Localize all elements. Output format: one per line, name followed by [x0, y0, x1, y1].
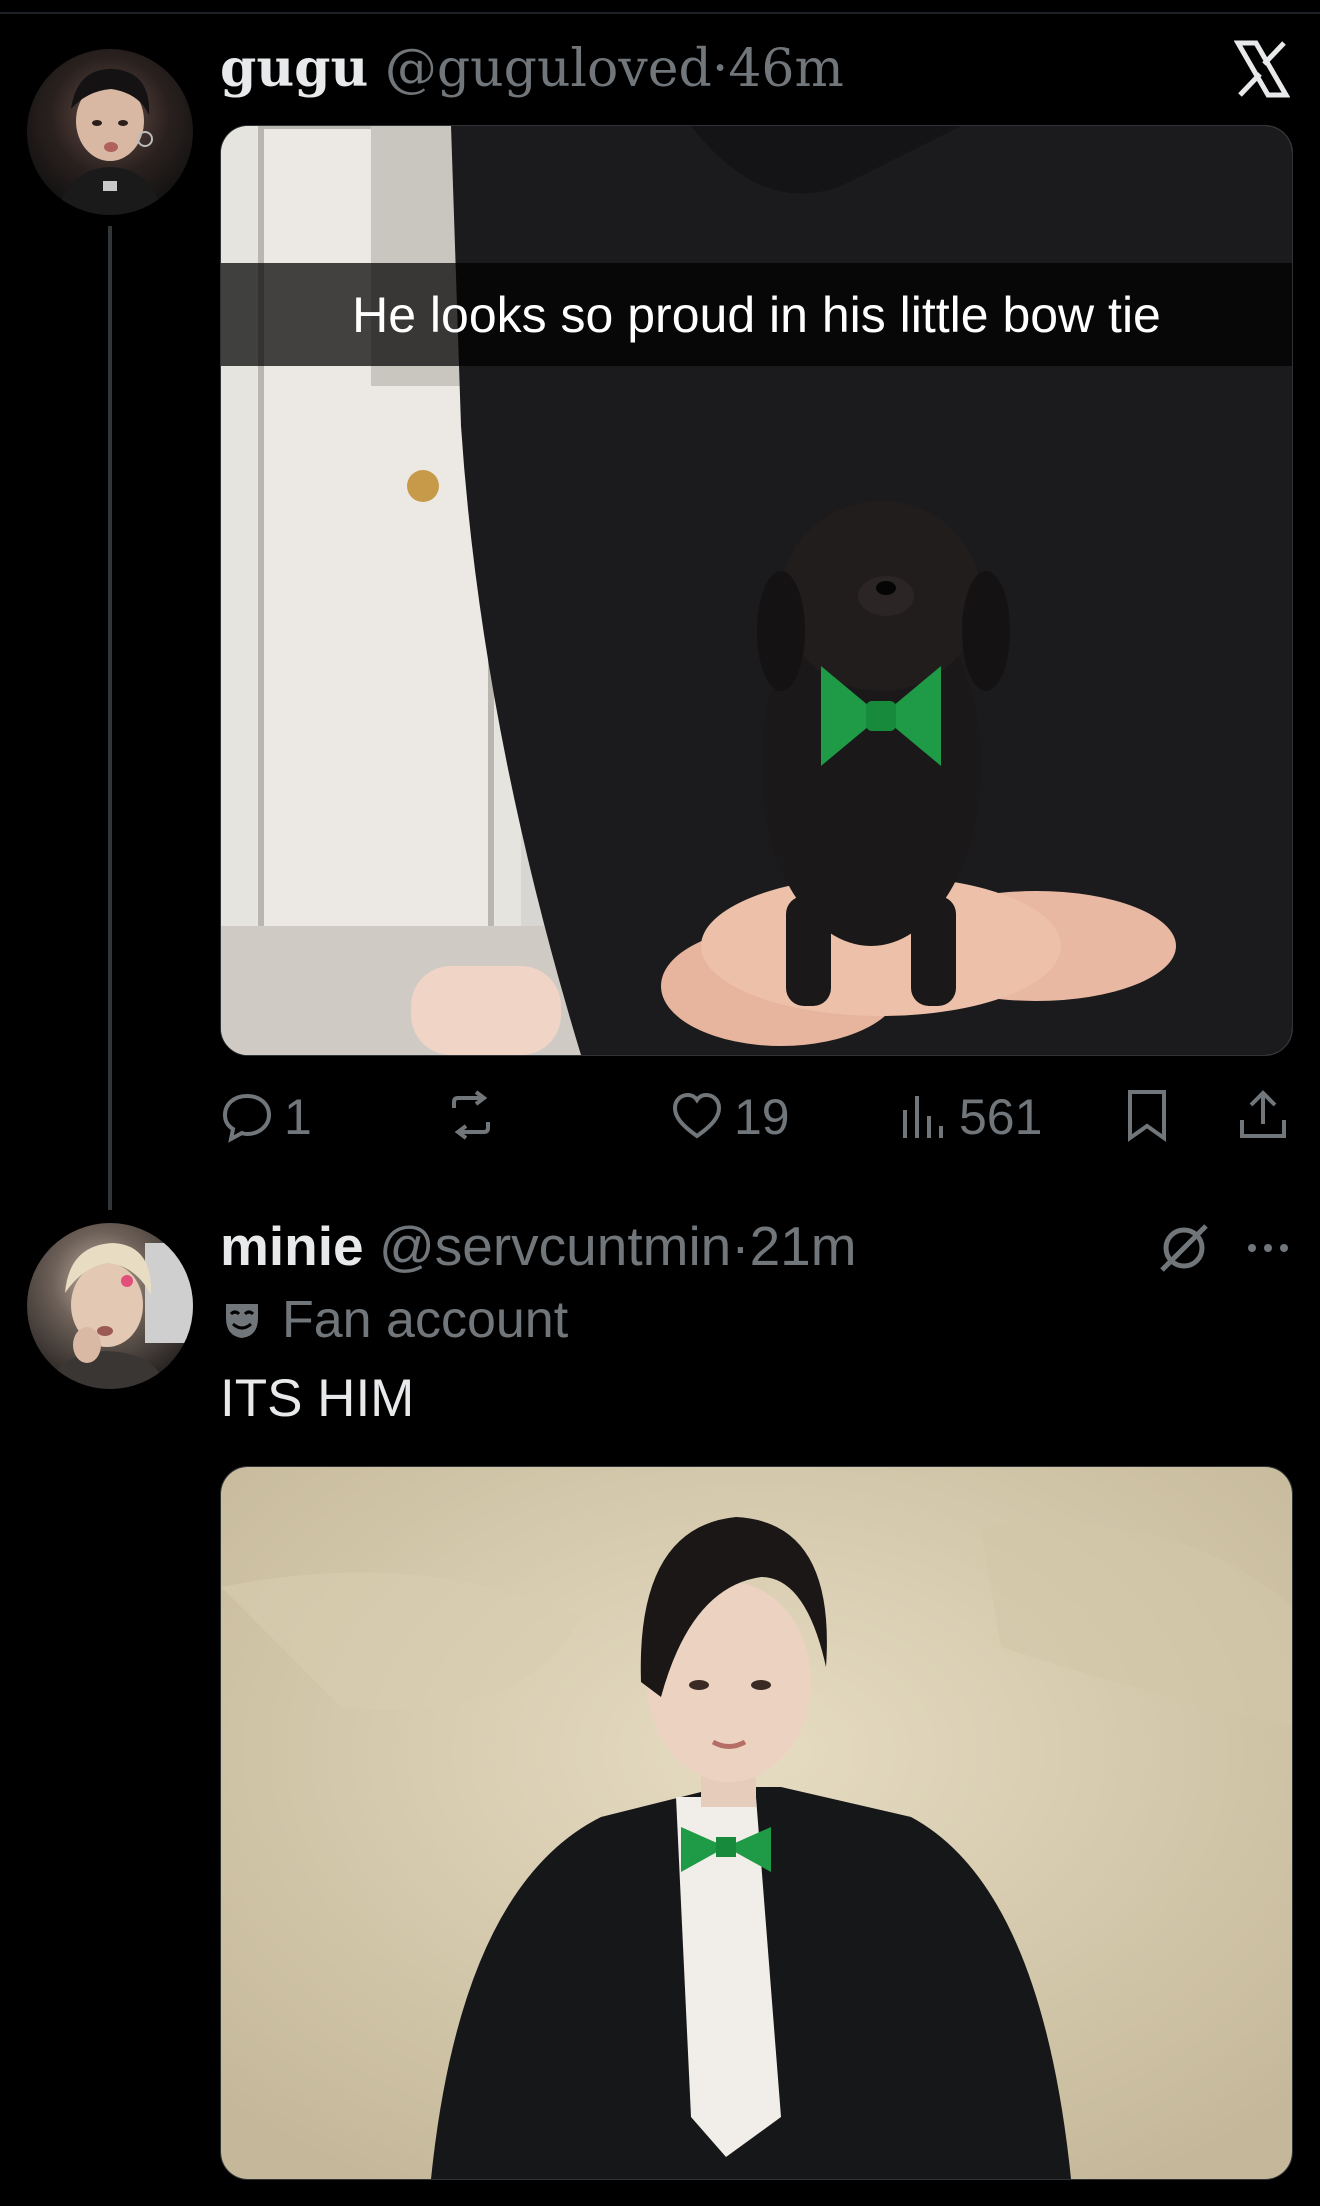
ellipsis-icon[interactable]	[1245, 1228, 1291, 1268]
bookmark-button[interactable]	[1120, 1088, 1174, 1142]
separator-dot: ·	[731, 1215, 750, 1277]
share-button[interactable]	[1236, 1088, 1290, 1142]
user-handle[interactable]: @guguloved	[385, 39, 712, 99]
like-button[interactable]: 19	[670, 1088, 790, 1146]
tweet-image-portrait[interactable]	[220, 1466, 1293, 2180]
avatar-minie[interactable]	[27, 1223, 193, 1389]
like-count: 19	[734, 1089, 790, 1145]
reply-count: 1	[284, 1089, 312, 1145]
timestamp[interactable]: 21m	[750, 1215, 857, 1277]
mask-icon	[226, 1304, 258, 1338]
views-button[interactable]: 561	[895, 1088, 1042, 1146]
retweet-icon	[452, 1090, 490, 1140]
timestamp[interactable]: 46m	[728, 39, 843, 99]
tweet-actions: 1 19 561	[0, 1088, 1320, 1148]
bookmark-icon	[1128, 1090, 1166, 1142]
tweet-header: minie @servcuntmin·21m	[220, 1219, 857, 1274]
tweet-image-puppy[interactable]: He looks so proud in his little bow tie	[220, 125, 1293, 1056]
tweet-text: ITS HIM	[220, 1369, 415, 1428]
x-logo-icon[interactable]	[1234, 40, 1290, 98]
view-count: 561	[959, 1089, 1043, 1145]
fan-account-label: Fan account	[222, 1290, 568, 1350]
display-name[interactable]: minie	[220, 1215, 364, 1277]
user-handle[interactable]: @servcuntmin	[379, 1215, 731, 1277]
heart-icon	[672, 1092, 722, 1139]
tweet-header: gugu @guguloved·46m	[220, 43, 844, 96]
display-name[interactable]: gugu	[220, 38, 368, 99]
speech-bubble-icon	[222, 1093, 272, 1143]
thread-connector	[108, 226, 112, 1210]
retweet-button[interactable]	[444, 1088, 508, 1142]
reply-button[interactable]: 1	[220, 1088, 312, 1146]
slashed-circle-icon[interactable]	[1156, 1220, 1212, 1276]
bar-chart-icon	[903, 1096, 943, 1138]
avatar-gugu[interactable]	[27, 49, 193, 215]
badge-text: Fan account	[282, 1291, 569, 1349]
separator-dot: ·	[711, 39, 729, 99]
top-divider	[0, 12, 1320, 14]
image-caption: He looks so proud in his little bow tie	[221, 263, 1292, 366]
share-icon	[1240, 1090, 1286, 1138]
